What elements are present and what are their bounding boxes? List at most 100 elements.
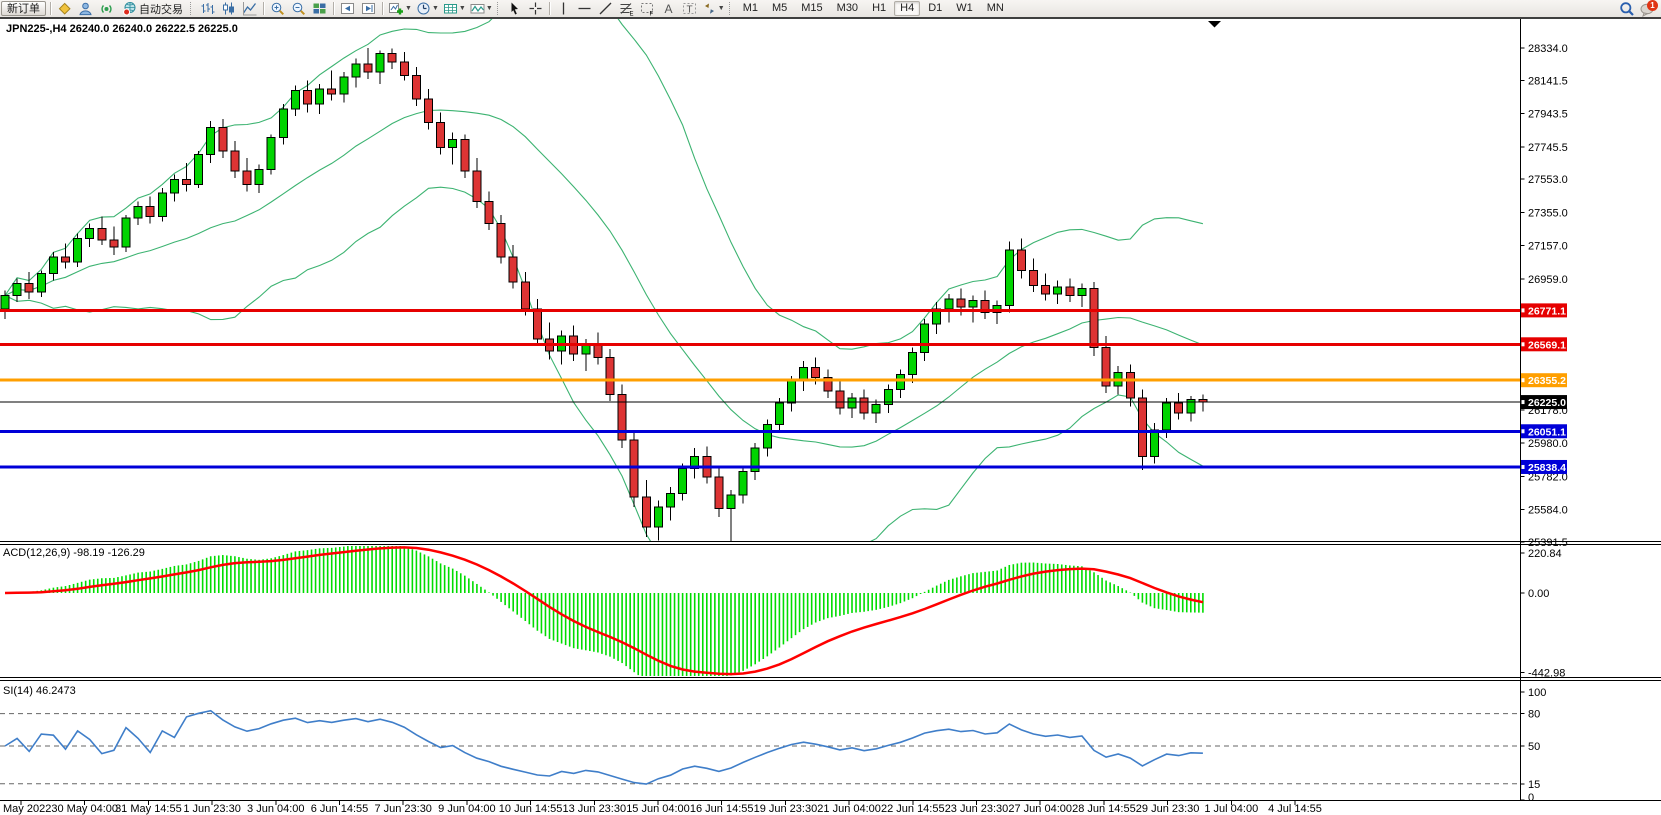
zoom-out-button[interactable] (289, 0, 308, 17)
search-button[interactable] (1617, 0, 1636, 17)
price-tick-label: 25980.0 (1528, 438, 1568, 450)
candlestick-button[interactable] (219, 0, 238, 17)
notifications-button[interactable]: 1 (1638, 0, 1657, 17)
label-icon: T (682, 1, 697, 16)
grid-icon: F (640, 1, 655, 16)
candle-body (146, 206, 154, 216)
price-tick-label: 27745.5 (1528, 142, 1568, 154)
signal-button[interactable] (97, 0, 116, 17)
chart-title: JPN225-,H4 26240.0 26240.0 26222.5 26225… (6, 23, 238, 35)
hline-button[interactable] (575, 0, 594, 17)
candle-body (521, 282, 529, 309)
price-tick-label: 27157.0 (1528, 241, 1568, 253)
template-next-button[interactable] (359, 0, 378, 17)
candle-body (388, 54, 396, 62)
trendline-button[interactable] (596, 0, 615, 17)
price-tick-label: 27943.5 (1528, 109, 1568, 121)
price-line-label: 26569.1 (1528, 339, 1566, 351)
trendline-icon (598, 1, 613, 16)
new-chart-button[interactable]: ▼ (387, 0, 413, 17)
crosshair-button[interactable] (526, 0, 545, 17)
template-icon (340, 1, 355, 16)
search-icon (1619, 1, 1635, 17)
time-tick-label: 16 Jun 14:55 (690, 803, 754, 815)
diamond-icon (57, 1, 72, 16)
toolbar: 新订单 自动交易 ▼ ▼ ▼ ▼ E F (0, 0, 1661, 19)
timeframe-mn[interactable]: MN (981, 1, 1010, 16)
new-order-button[interactable]: 新订单 (1, 1, 46, 16)
indicator-list-button[interactable]: ▼ (442, 0, 467, 17)
bar-chart-icon (200, 1, 215, 16)
toolbar-separator (263, 2, 264, 15)
candle-body (328, 89, 336, 94)
candle-body (376, 54, 384, 72)
cursor-button[interactable] (505, 0, 524, 17)
candle-body (134, 206, 142, 218)
price-line-label: 26051.1 (1528, 426, 1566, 438)
community-button[interactable] (76, 0, 95, 17)
vline-button[interactable] (554, 0, 573, 17)
timeframe-h4[interactable]: H4 (894, 1, 920, 16)
timeframe-d1[interactable]: D1 (922, 1, 948, 16)
timeframe-m15[interactable]: M15 (795, 1, 828, 16)
time-tick-label: 23 Jun 23:30 (945, 803, 1009, 815)
candle-body (1175, 403, 1183, 413)
period-button[interactable]: ▼ (415, 0, 440, 17)
grid-button[interactable]: F (638, 0, 657, 17)
indicator-wave-button[interactable]: ▼ (469, 0, 494, 17)
candle-body (304, 91, 312, 104)
candle-body (957, 299, 965, 307)
macd-tick-label: -442.98 (1528, 668, 1565, 680)
candle-body (1054, 287, 1062, 294)
chart-canvas[interactable]: JPN225-,H4 26240.0 26240.0 26222.5 26225… (0, 0, 1661, 815)
fibo-button[interactable]: E (617, 0, 636, 17)
template-prev-button[interactable] (338, 0, 357, 17)
tile-windows-button[interactable] (310, 0, 329, 17)
candle-body (1005, 250, 1013, 305)
time-tick-label: 3 Jun 04:00 (247, 803, 305, 815)
auto-trading-button[interactable]: 自动交易 (118, 0, 187, 17)
text-button[interactable]: A (659, 0, 678, 17)
candle-body (1163, 403, 1171, 430)
price-tick-label: 28334.0 (1528, 43, 1568, 55)
deposit-button[interactable] (55, 0, 74, 17)
candle-body (13, 284, 21, 296)
candle-body (618, 395, 626, 440)
time-tick-label: 7 Jun 23:30 (374, 803, 432, 815)
candle-body (37, 274, 45, 292)
candle-body (279, 109, 287, 138)
timeframe-m30[interactable]: M30 (831, 1, 864, 16)
bar-chart-button[interactable] (198, 0, 217, 17)
candle-body (255, 170, 263, 185)
line-chart-button[interactable] (240, 0, 259, 17)
candle-body (316, 89, 324, 104)
candle-body (425, 99, 433, 123)
candle-body (122, 218, 130, 247)
macd-tick-label: 0.00 (1528, 588, 1549, 600)
time-tick-label: 9 Jun 04:00 (438, 803, 496, 815)
candle-body (62, 257, 70, 262)
timeframe-h1[interactable]: H1 (866, 1, 892, 16)
time-axis[interactable]: May 202230 May 04:0031 May 14:551 Jun 23… (3, 801, 1322, 815)
candle-body (412, 76, 420, 100)
toolbar-separator (382, 2, 383, 15)
timeframe-w1[interactable]: W1 (950, 1, 979, 16)
candle-body (1151, 430, 1159, 457)
candle-body (267, 138, 275, 170)
timeframe-m5[interactable]: M5 (766, 1, 793, 16)
candle-body (400, 62, 408, 75)
svg-text:A: A (664, 2, 672, 16)
timeframe-m1[interactable]: M1 (737, 1, 764, 16)
candle-body (533, 309, 541, 339)
arrows-button[interactable]: ▼ (701, 0, 726, 17)
candle-body (1, 295, 9, 308)
candle-body (763, 425, 771, 449)
price-tick-label: 28141.5 (1528, 75, 1568, 87)
candle-body (872, 405, 880, 413)
candle-body (654, 507, 662, 527)
candle-body (921, 324, 929, 353)
label-button[interactable]: T (680, 0, 699, 17)
zoom-in-button[interactable] (268, 0, 287, 17)
candle-body (1066, 287, 1074, 295)
candle-body (509, 257, 517, 282)
